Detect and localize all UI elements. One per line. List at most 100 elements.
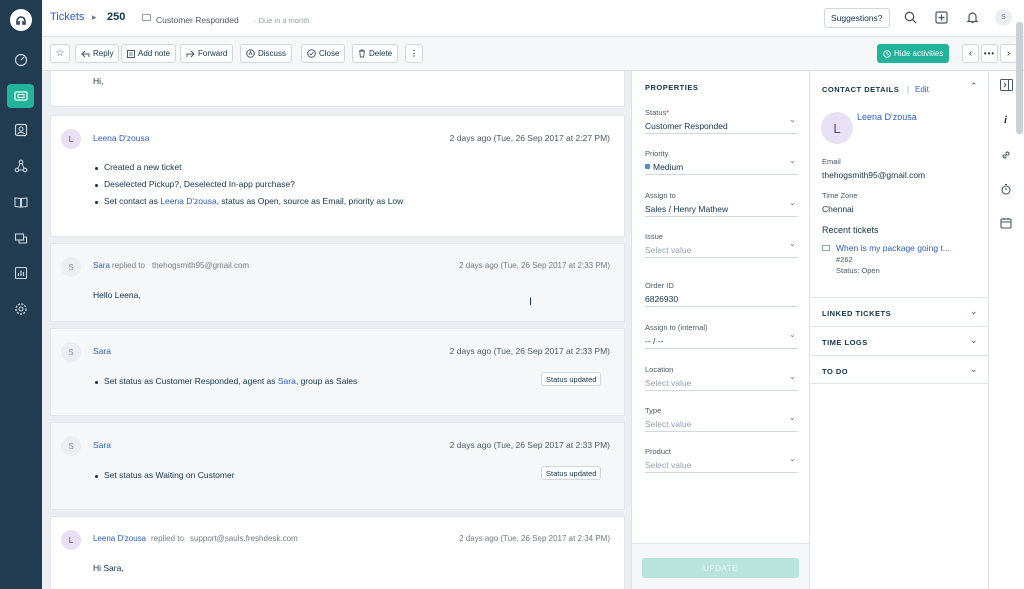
notifications-bell-icon[interactable] [966, 11, 979, 26]
field-underline [645, 306, 798, 307]
status-badge: Status updated [541, 466, 602, 480]
recipient-email: thehogsmith95@gmail.com [152, 261, 250, 270]
chevron-down-icon: ⌄ [789, 156, 796, 165]
assign-dropdown[interactable]: Sales / Henry Mathew [645, 204, 728, 214]
field-underline [645, 390, 798, 391]
type-dropdown[interactable]: Select value [645, 419, 691, 429]
chevron-down-icon: ⌄ [789, 115, 796, 124]
forward-button[interactable]: Forward [180, 44, 234, 63]
contacts-icon[interactable] [7, 118, 34, 142]
field-underline [645, 257, 798, 258]
recent-ticket-number: #262 [836, 255, 853, 264]
breadcrumb-tickets[interactable]: Tickets [50, 11, 84, 23]
solutions-book-icon[interactable] [7, 190, 34, 214]
author-name[interactable]: Sara [93, 346, 111, 356]
discuss-label: Discuss [258, 49, 287, 58]
author-name[interactable]: Leena D'zousa [93, 534, 146, 543]
previous-ticket-button[interactable]: ‹ [962, 44, 979, 63]
search-icon[interactable] [904, 11, 917, 26]
discuss-button[interactable]: Discuss [240, 44, 293, 63]
right-icon-rail: i [988, 71, 1024, 589]
chevron-right-icon: › [1006, 48, 1011, 59]
chevron-down-icon: ⌄ [970, 364, 978, 374]
info-icon[interactable]: i [1004, 114, 1007, 126]
chevron-down-icon: ⌄ [789, 372, 796, 381]
note-icon [127, 49, 135, 58]
author-name[interactable]: Leena D'zousa [93, 133, 149, 143]
ticket-list-menu-button[interactable]: ••• [981, 44, 998, 63]
close-button[interactable]: Close [301, 44, 346, 63]
chevron-down-icon: ⌄ [970, 306, 978, 316]
assign-internal-dropdown[interactable]: -- / -- [645, 336, 663, 346]
timestamp: 2 days ago (Tue, 26 Sep 2017 at 2:33 PM) [459, 261, 610, 270]
issue-dropdown[interactable]: Select value [645, 245, 691, 255]
contact-link[interactable]: Leena D'zousa [160, 196, 216, 206]
timezone-value: Chennai [822, 204, 854, 214]
contact-details-title: CONTACT DETAILS [822, 85, 900, 94]
status-dropdown[interactable]: Customer Responded [645, 121, 728, 131]
reports-icon[interactable] [7, 261, 34, 285]
freshdesk-logo-icon[interactable] [10, 9, 32, 31]
location-dropdown[interactable]: Select value [645, 378, 691, 388]
dashboard-icon[interactable] [7, 48, 34, 72]
forward-label: Forward [198, 49, 228, 58]
admin-settings-icon[interactable] [7, 297, 34, 321]
recent-tickets-label: Recent tickets [822, 225, 879, 235]
contact-name-link[interactable]: Leena D'zousa [857, 112, 917, 122]
message-body: Hello Leena, [93, 290, 141, 300]
activity-card: S Sara 2 days ago (Tue, 26 Sep 2017 at 2… [50, 328, 625, 416]
activity-item: Created a new ticket [104, 162, 182, 172]
reply-button[interactable]: Reply [75, 44, 120, 63]
breadcrumb-separator-icon: ▸ [92, 12, 97, 22]
text-cursor-icon: I [529, 296, 533, 308]
recent-ticket-link[interactable]: When is my package going t... [836, 243, 950, 253]
field-underline [645, 174, 798, 175]
top-header: Tickets ▸ 250 Customer Responded · Due i… [42, 0, 1024, 37]
priority-label: Priority [645, 149, 669, 158]
reply-card: L Leena D'zousa replied to support@sauls… [50, 516, 625, 589]
email-value: thehogsmith95@gmail.com [822, 170, 926, 180]
suggestions-button[interactable]: Suggestions? [824, 8, 890, 28]
author-name[interactable]: Sara [93, 440, 111, 450]
collapse-panel-icon[interactable] [1000, 79, 1013, 93]
author-name[interactable]: Sara [93, 261, 110, 270]
calendar-icon[interactable] [1000, 217, 1012, 231]
contact-avatar: L [821, 112, 853, 144]
collapse-chevron-icon[interactable]: ⌃ [970, 81, 978, 92]
forward-icon [186, 50, 195, 57]
edit-contact-link[interactable]: Edit [915, 85, 929, 94]
linked-tickets-section[interactable]: LINKED TICKETS ⌄ [810, 297, 988, 326]
activity-card: S Sara 2 days ago (Tue, 26 Sep 2017 at 2… [50, 422, 625, 510]
social-icon[interactable] [7, 154, 34, 178]
page-scrollbar[interactable] [1016, 22, 1023, 134]
more-actions-button[interactable]: ⋮ [405, 44, 423, 63]
priority-dropdown[interactable]: Medium [653, 162, 683, 172]
to-do-section[interactable]: TO DO ⌄ [810, 355, 988, 384]
add-note-label: Add note [138, 49, 171, 58]
timezone-label: Time Zone [822, 191, 858, 200]
add-note-button[interactable]: Add note [121, 44, 177, 63]
link-icon[interactable] [1000, 149, 1012, 163]
reply-card: S Sara replied to thehogsmith95@gmail.co… [50, 243, 625, 322]
timer-icon[interactable] [1000, 183, 1012, 197]
delete-button[interactable]: Delete [352, 44, 399, 63]
next-ticket-button[interactable]: › [1000, 44, 1017, 63]
user-avatar[interactable]: S [995, 9, 1012, 26]
ticket-number: 250 [107, 11, 126, 23]
update-button[interactable]: UPDATE [642, 558, 799, 578]
bullet-icon [95, 381, 98, 384]
star-button[interactable]: ☆ [50, 44, 70, 63]
chevron-down-icon: ⌄ [970, 335, 978, 345]
order-id-field[interactable]: 6826930 [645, 294, 678, 304]
new-item-icon[interactable] [935, 11, 948, 26]
contact-details-panel: CONTACT DETAILS | Edit ⌃ L Leena D'zousa… [809, 71, 988, 589]
hide-activities-button[interactable]: Hide activities [877, 44, 950, 63]
time-logs-section[interactable]: TIME LOGS ⌄ [810, 326, 988, 355]
tickets-icon[interactable] [7, 84, 34, 108]
product-dropdown[interactable]: Select value [645, 460, 691, 470]
avatar: L [61, 530, 81, 550]
agent-link[interactable]: Sara [278, 376, 296, 386]
app-sidebar [0, 0, 42, 589]
recipient-email: support@sauls.freshdesk.com [190, 534, 298, 543]
forums-icon[interactable] [7, 226, 34, 250]
